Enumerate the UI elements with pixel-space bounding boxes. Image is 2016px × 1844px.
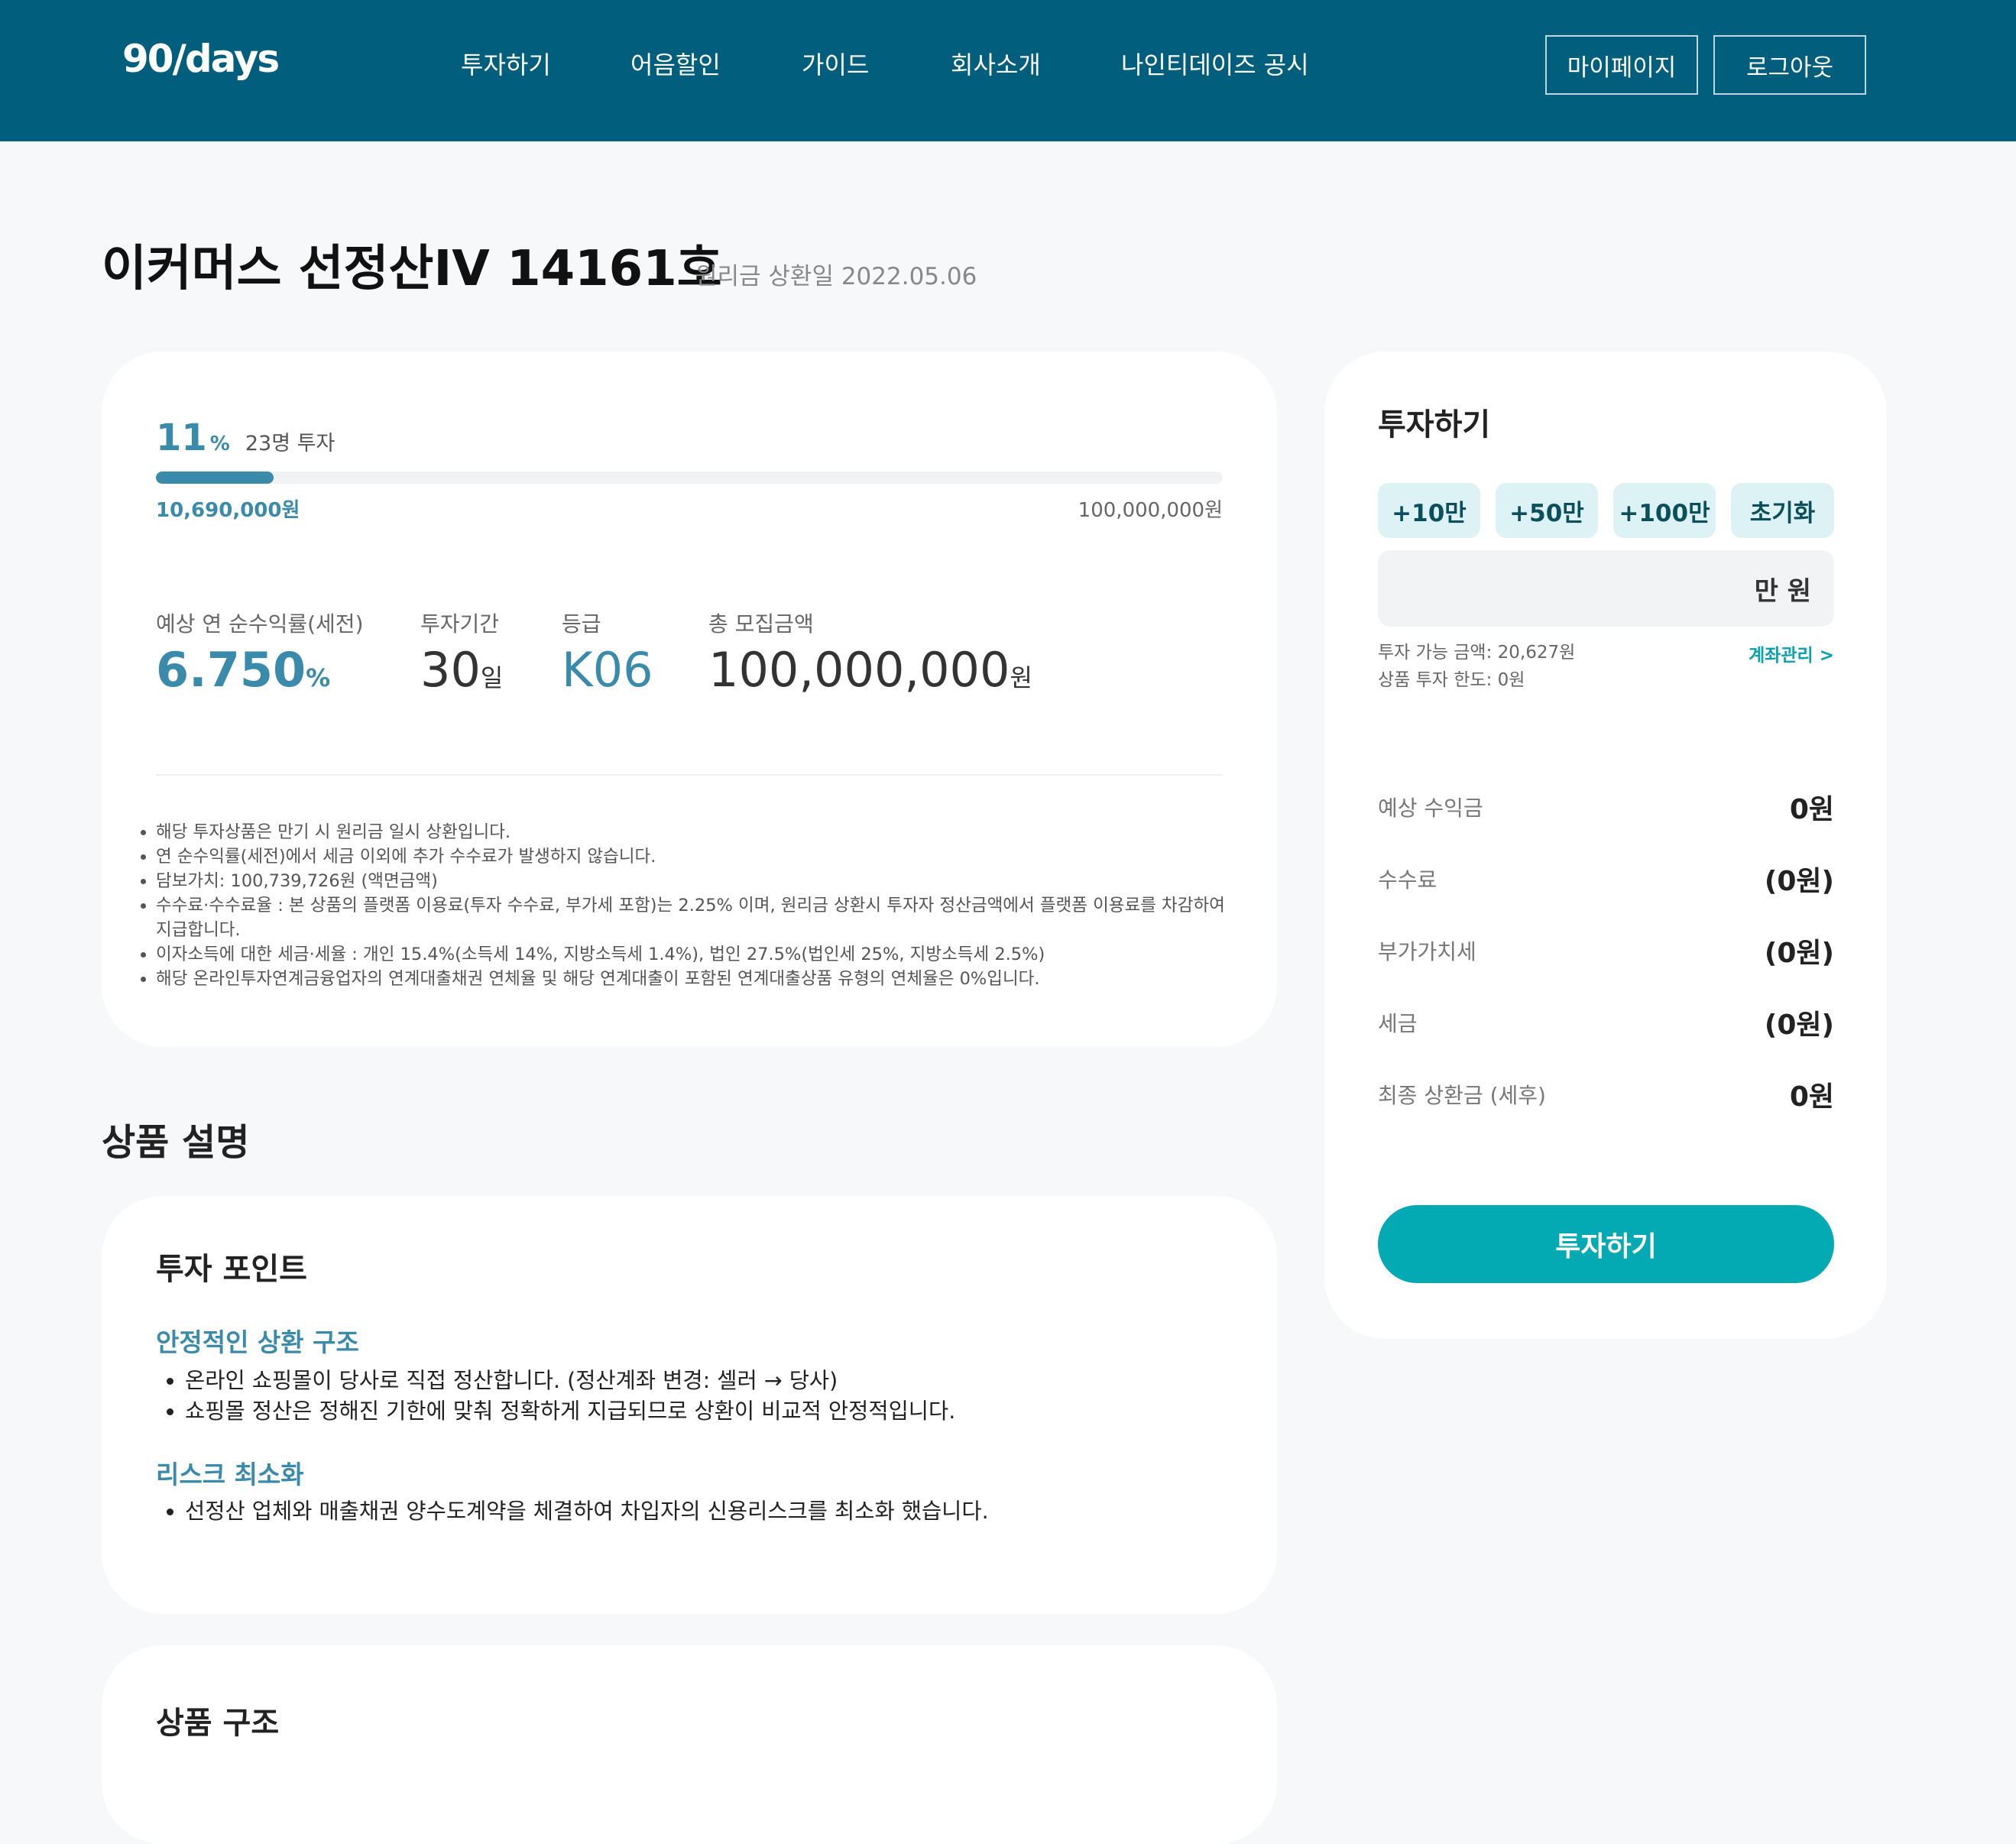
- period-unit: 일: [480, 663, 504, 692]
- rate-value: 6.750: [156, 642, 306, 698]
- invest-panel-title: 투자하기: [1378, 407, 1491, 442]
- stat-value-period: 30일: [420, 642, 503, 698]
- structure-title: 상품 구조: [156, 1706, 280, 1741]
- repay-date: 원리금 상환일 2022.05.06: [695, 263, 977, 290]
- progress-bar-fill: [156, 472, 274, 484]
- stat-value-rate: 6.750%: [156, 642, 330, 698]
- stat-value-grade: K06: [562, 642, 653, 698]
- final-repayment-label: 최종 상환금 (세후): [1378, 1083, 1546, 1108]
- progress-percent-unit: %: [209, 433, 230, 455]
- stat-label-total: 총 모집금액: [708, 611, 814, 637]
- add-1m-button[interactable]: +100만: [1613, 483, 1716, 538]
- investor-count: 23명 투자: [245, 432, 335, 455]
- investment-point-title: 투자 포인트: [156, 1252, 307, 1287]
- summary-divider: [156, 774, 1223, 776]
- product-notes: 해당 투자상품은 만기 시 원리금 일시 상환입니다. 연 순수익률(세전)에서…: [138, 820, 1241, 991]
- amount-field[interactable]: 만 원: [1378, 550, 1834, 627]
- list-item: 온라인 쇼핑몰이 당사로 직접 정산합니다. (정산계좌 변경: 셀러 → 당사…: [185, 1366, 1255, 1396]
- amount-unit: 만 원: [1754, 575, 1811, 607]
- amount-input[interactable]: [1514, 573, 1747, 604]
- availability-info: 투자 가능 금액: 20,627원 상품 투자 한도: 0원: [1378, 639, 1575, 694]
- logo[interactable]: 90/days: [122, 37, 280, 81]
- nav-guide[interactable]: 가이드: [802, 46, 869, 81]
- expected-profit-value: 0원: [1789, 794, 1834, 825]
- vat-value: (0원): [1764, 938, 1834, 969]
- vat-label: 부가가치세: [1378, 939, 1476, 964]
- invest-submit-button[interactable]: 투자하기: [1378, 1205, 1834, 1283]
- progress-percent: 11: [156, 416, 207, 459]
- rate-unit: %: [306, 663, 331, 692]
- note-item: 연 순수익률(세전)에서 세금 이외에 추가 수수료가 발생하지 않습니다.: [156, 844, 1241, 869]
- note-item: 해당 투자상품은 만기 시 원리금 일시 상환입니다.: [156, 820, 1241, 844]
- total-value: 100,000,000: [708, 642, 1010, 698]
- nav-company[interactable]: 회사소개: [951, 46, 1041, 81]
- list-item: 쇼핑몰 정산은 정해진 기한에 맞춰 정확하게 지급되므로 상환이 비교적 안정…: [185, 1396, 1255, 1427]
- add-500k-button[interactable]: +50만: [1496, 483, 1598, 538]
- stable-repayment-title: 안정적인 상환 구조: [156, 1327, 359, 1357]
- fee-label: 수수료: [1378, 867, 1437, 893]
- available-amount: 투자 가능 금액: 20,627원: [1378, 643, 1576, 663]
- structure-card: [102, 1645, 1277, 1844]
- stat-value-total: 100,000,000원: [708, 642, 1032, 698]
- add-100k-button[interactable]: +10만: [1378, 483, 1480, 538]
- nav-bill-discount[interactable]: 어음할인: [630, 46, 721, 81]
- note-item: 담보가치: 100,739,726원 (액면금액): [156, 869, 1241, 893]
- risk-minimize-list: 선정산 업체와 매출채권 양수도계약을 체결하여 차입자의 신용리스크를 최소화…: [156, 1496, 1255, 1527]
- tax-label: 세금: [1378, 1011, 1418, 1036]
- target-amount: 100,000,000원: [1078, 499, 1223, 522]
- final-repayment-value: 0원: [1789, 1081, 1834, 1113]
- total-unit: 원: [1010, 663, 1032, 692]
- nav-disclosure[interactable]: 나인티데이즈 공시: [1121, 46, 1309, 81]
- list-item: 선정산 업체와 매출채권 양수도계약을 체결하여 차입자의 신용리스크를 최소화…: [185, 1496, 1255, 1527]
- stat-label-grade: 등급: [562, 611, 601, 637]
- stat-label-rate: 예상 연 순수익률(세전): [156, 611, 364, 637]
- investment-limit: 상품 투자 한도: 0원: [1378, 670, 1525, 690]
- expected-profit-label: 예상 수익금: [1378, 796, 1483, 821]
- funding-progress: 11% 23명 투자: [156, 416, 335, 459]
- period-value: 30: [420, 642, 481, 698]
- raised-amount: 10,690,000원: [156, 499, 300, 522]
- note-item: 해당 온라인투자연계금융업자의 연계대출채권 연체율 및 해당 연계대출이 포함…: [156, 967, 1241, 991]
- tax-value: (0원): [1764, 1010, 1834, 1041]
- nav-invest[interactable]: 투자하기: [461, 46, 551, 81]
- reset-button[interactable]: 초기화: [1731, 483, 1834, 538]
- note-item: 수수료·수수료율 : 본 상품의 플랫폼 이용료(투자 수수료, 부가세 포함)…: [156, 893, 1241, 942]
- account-manage-link[interactable]: 계좌관리 >: [1749, 640, 1834, 666]
- logout-button[interactable]: 로그아웃: [1713, 35, 1866, 95]
- page-title: 이커머스 선정산IV 14161호: [102, 241, 722, 297]
- fee-value: (0원): [1764, 866, 1834, 897]
- stable-repayment-list: 온라인 쇼핑몰이 당사로 직접 정산합니다. (정산계좌 변경: 셀러 → 당사…: [156, 1366, 1255, 1427]
- risk-minimize-title: 리스크 최소화: [156, 1460, 304, 1489]
- stat-label-period: 투자기간: [420, 611, 500, 637]
- mypage-button[interactable]: 마이페이지: [1545, 35, 1698, 95]
- note-item: 이자소득에 대한 세금·세율 : 개인 15.4%(소득세 14%, 지방소득세…: [156, 942, 1241, 967]
- section-title-description: 상품 설명: [102, 1121, 250, 1164]
- progress-bar: [156, 472, 1223, 484]
